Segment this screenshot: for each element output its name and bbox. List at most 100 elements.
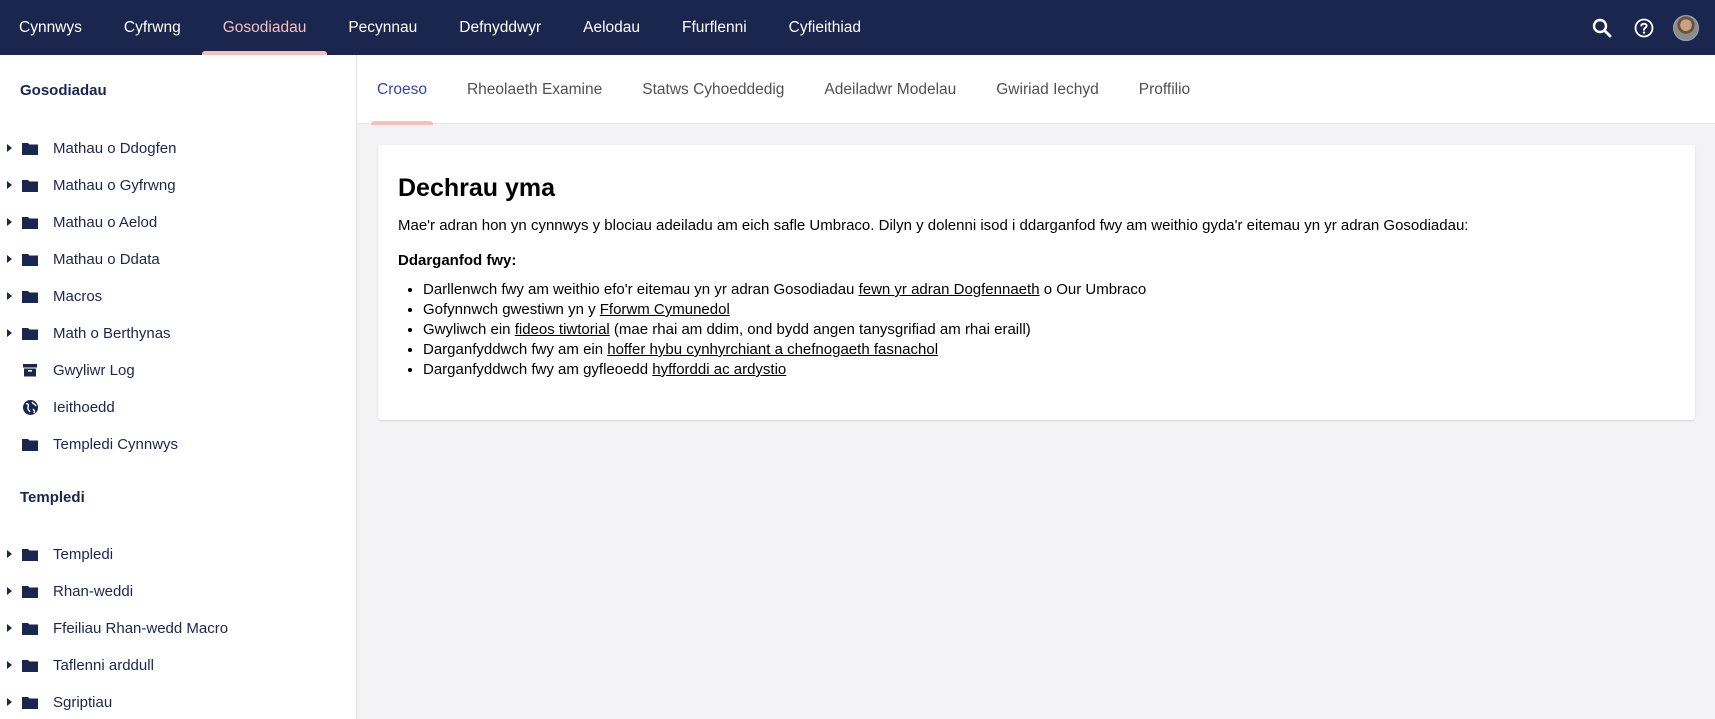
tree-item-document-types[interactable]: Mathau o Ddogfen <box>0 131 356 165</box>
tree-item-label: Sgriptiau <box>53 693 113 711</box>
tree-item-label: Templedi <box>53 545 114 563</box>
welcome-card: Dechrau yma Mae'r adran hon yn cynnwys y… <box>378 145 1695 420</box>
caret-right-icon[interactable] <box>7 218 12 226</box>
list-item-text: (mae rhai am ddim, ond bydd angen tanysg… <box>609 321 1031 338</box>
caret-right-icon[interactable] <box>7 292 12 300</box>
community-forum-link[interactable]: Fforwm Cymunedol <box>600 301 730 318</box>
nav-item-translation[interactable]: Cyfieithiad <box>768 0 882 55</box>
tree-item-languages[interactable]: Ieithoedd <box>0 390 356 424</box>
list-item: Darganfyddwch fwy am gyfleoedd hyfforddi… <box>423 360 1675 380</box>
caret-right-icon[interactable] <box>7 661 12 669</box>
list-item-text: Gofynnwch gwestiwn yn y <box>423 301 600 318</box>
archive-icon <box>21 362 39 378</box>
dashboard-tabs: Croeso Rheolaeth Examine Statws Cyhoedde… <box>357 55 1715 125</box>
tree-item-label: Mathau o Ddata <box>53 250 160 268</box>
tree-item-label: Macros <box>53 287 103 305</box>
tab-profiling[interactable]: Proffilio <box>1139 55 1190 124</box>
tree-item-templates[interactable]: Templedi <box>0 537 356 571</box>
tree-item-member-types[interactable]: Mathau o Aelod <box>0 205 356 239</box>
globe-icon <box>21 399 39 415</box>
nav-item-users[interactable]: Defnyddwyr <box>438 0 562 55</box>
tree-item-macros[interactable]: Macros <box>0 279 356 313</box>
list-item-text: o Our Umbraco <box>1039 281 1147 298</box>
tree-item-label: Rhan-weddi <box>53 582 134 600</box>
tab-models-builder[interactable]: Adeiladwr Modelau <box>824 55 956 124</box>
nav-item-media[interactable]: Cyfrwng <box>103 0 202 55</box>
nav-item-packages[interactable]: Pecynnau <box>327 0 438 55</box>
tab-welcome[interactable]: Croeso <box>371 55 433 125</box>
user-avatar[interactable] <box>1673 14 1699 41</box>
tree-item-media-types[interactable]: Mathau o Gyfrwng <box>0 168 356 202</box>
tree-item-partial-views[interactable]: Rhan-weddi <box>0 574 356 608</box>
list-item-text: Darganfyddwch fwy am ein <box>423 341 608 358</box>
caret-right-icon[interactable] <box>7 181 12 189</box>
section-nav: Cynnwys Cyfrwng Gosodiadau Pecynnau Defn… <box>0 0 882 55</box>
caret-right-icon[interactable] <box>7 587 12 595</box>
folder-icon <box>21 140 39 156</box>
search-icon[interactable] <box>1589 15 1615 41</box>
tree-item-label: Gwyliwr Log <box>53 361 135 379</box>
folder-icon <box>21 288 39 304</box>
list-item-text: Gwyliwch ein <box>423 321 515 338</box>
resource-links-list: Darllenwch fwy am weithio efo'r eitemau … <box>398 280 1675 380</box>
folder-icon <box>21 620 39 636</box>
list-item: Darganfyddwch fwy am ein hoffer hybu cyn… <box>423 340 1675 360</box>
templates-section-title: Templedi <box>20 489 85 506</box>
folder-icon <box>21 694 39 710</box>
folder-icon <box>21 214 39 230</box>
tab-published-status[interactable]: Statws Cyhoeddedig <box>642 55 784 124</box>
tree-item-relation-types[interactable]: Math o Berthynas <box>0 316 356 350</box>
discover-label: Ddarganfod fwy: <box>398 252 517 269</box>
welcome-heading: Dechrau yma <box>398 174 556 202</box>
settings-section-title: Gosodiadau <box>20 82 107 99</box>
list-item: Gofynnwch gwestiwn yn y Fforwm Cymunedol <box>423 300 1675 320</box>
tree-item-log-viewer[interactable]: Gwyliwr Log <box>0 353 356 387</box>
caret-right-icon[interactable] <box>7 255 12 263</box>
folder-icon <box>21 657 39 673</box>
tree-item-label: Taflenni arddull <box>53 656 154 674</box>
tree-item-label: Templedi Cynnwys <box>53 435 179 453</box>
caret-right-icon[interactable] <box>7 144 12 152</box>
list-item: Gwyliwch ein fideos tiwtorial (mae rhai … <box>423 320 1675 340</box>
tab-examine-management[interactable]: Rheolaeth Examine <box>467 55 602 124</box>
caret-right-icon[interactable] <box>7 329 12 337</box>
tree-item-data-types[interactable]: Mathau o Ddata <box>0 242 356 276</box>
folder-icon <box>21 325 39 341</box>
nav-item-settings[interactable]: Gosodiadau <box>201 0 328 55</box>
folder-icon <box>21 583 39 599</box>
tree-item-partial-view-macro-files[interactable]: Ffeiliau Rhan-wedd Macro <box>0 611 356 645</box>
tab-health-check[interactable]: Gwiriad Iechyd <box>996 55 1099 124</box>
tree-item-stylesheets[interactable]: Taflenni arddull <box>0 648 356 682</box>
productivity-tools-link[interactable]: hoffer hybu cynhyrchiant a chefnogaeth f… <box>607 341 938 358</box>
tree-item-label: Ieithoedd <box>53 398 115 416</box>
top-navigation-bar: Cynnwys Cyfrwng Gosodiadau Pecynnau Defn… <box>0 0 1715 55</box>
tree-item-label: Mathau o Gyfrwng <box>53 176 176 194</box>
header-actions <box>1589 0 1699 55</box>
list-item: Darllenwch fwy am weithio efo'r eitemau … <box>423 280 1675 300</box>
tree-item-label: Ffeiliau Rhan-wedd Macro <box>53 619 229 637</box>
welcome-intro: Mae'r adran hon yn cynnwys y blociau ade… <box>398 217 1469 234</box>
tutorial-videos-link[interactable]: fideos tiwtorial <box>515 321 610 338</box>
caret-right-icon[interactable] <box>7 698 12 706</box>
caret-right-icon[interactable] <box>7 550 12 558</box>
folder-icon <box>21 436 39 452</box>
nav-item-content[interactable]: Cynnwys <box>0 0 103 55</box>
settings-tree-sidebar: Gosodiadau Mathau o Ddogfen Mathau o Gyf… <box>0 55 357 719</box>
main-panel: Croeso Rheolaeth Examine Statws Cyhoedde… <box>357 55 1715 719</box>
nav-item-members[interactable]: Aelodau <box>562 0 661 55</box>
list-item-text: Darllenwch fwy am weithio efo'r eitemau … <box>423 281 859 298</box>
tree-item-label: Math o Berthynas <box>53 324 171 342</box>
documentation-link[interactable]: fewn yr adran Dogfennaeth <box>859 281 1040 298</box>
tree-item-content-templates[interactable]: Templedi Cynnwys <box>0 427 356 461</box>
folder-icon <box>21 177 39 193</box>
nav-item-forms[interactable]: Ffurflenni <box>661 0 768 55</box>
caret-right-icon[interactable] <box>7 624 12 632</box>
help-icon[interactable] <box>1631 15 1657 41</box>
tree-item-label: Mathau o Ddogfen <box>53 139 177 157</box>
folder-icon <box>21 546 39 562</box>
folder-icon <box>21 251 39 267</box>
training-certification-link[interactable]: hyfforddi ac ardystio <box>652 361 786 378</box>
tree-item-scripts[interactable]: Sgriptiau <box>0 685 356 719</box>
list-item-text: Darganfyddwch fwy am gyfleoedd <box>423 361 653 378</box>
tree-item-label: Mathau o Aelod <box>53 213 158 231</box>
